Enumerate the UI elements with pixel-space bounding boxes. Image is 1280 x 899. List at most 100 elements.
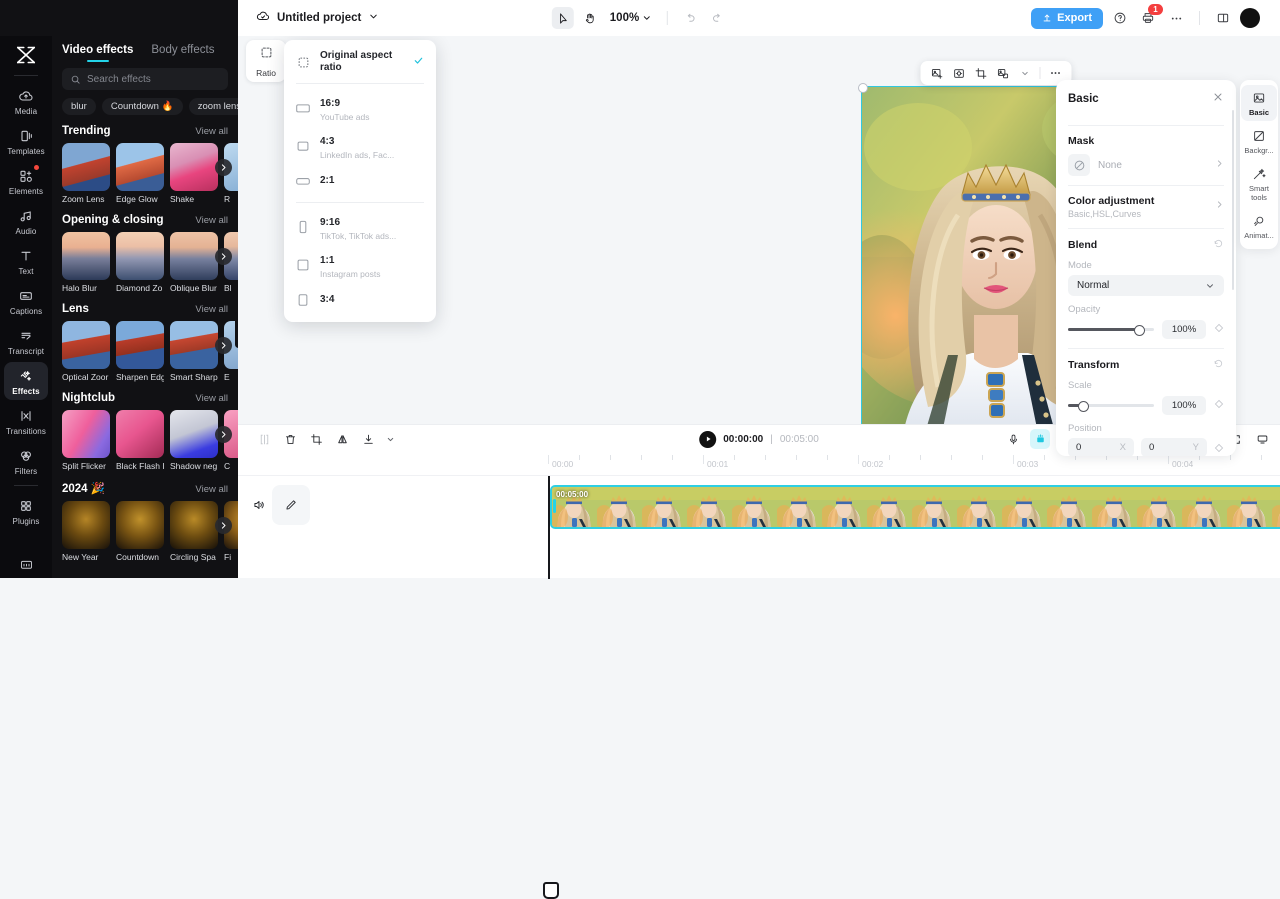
- speaker-icon[interactable]: [250, 496, 268, 514]
- sidebar-item-elements[interactable]: Elements: [4, 162, 48, 200]
- ratio-tab-button[interactable]: Ratio: [246, 40, 286, 82]
- sidebar-item-plugins[interactable]: Plugins: [4, 492, 48, 530]
- sidebar-item-transcript[interactable]: Transcript: [4, 322, 48, 360]
- effect-card[interactable]: Countdown: [116, 501, 164, 562]
- right-rail-item-smart-tools[interactable]: Smart tools: [1241, 161, 1277, 206]
- sidebar-item-media[interactable]: Media: [4, 82, 48, 120]
- scroll-right-button[interactable]: [215, 426, 232, 443]
- help-circle-icon[interactable]: [1109, 7, 1131, 29]
- tab-video-effects[interactable]: Video effects: [62, 44, 133, 62]
- effect-card[interactable]: Optical Zoor: [62, 321, 110, 382]
- right-rail-item-background[interactable]: Backgr...: [1241, 123, 1277, 159]
- edit-pencil-icon[interactable]: [272, 485, 310, 525]
- resize-handle-top-left[interactable]: [858, 83, 868, 93]
- properties-scrollbar[interactable]: [1231, 110, 1234, 290]
- ratio-option-16-9[interactable]: 16:9 YouTube ads: [284, 89, 436, 127]
- opacity-value[interactable]: 100%: [1162, 320, 1206, 339]
- effect-card[interactable]: Diamond Zo: [116, 232, 164, 293]
- effect-card[interactable]: Circling Spa: [170, 501, 218, 562]
- select-tool-button[interactable]: [551, 7, 574, 29]
- export-button[interactable]: Export: [1031, 7, 1103, 29]
- project-chip[interactable]: Untitled project: [256, 9, 379, 28]
- avatar[interactable]: [1240, 8, 1260, 28]
- chip-countdown[interactable]: Countdown 🔥: [101, 98, 183, 115]
- capcut-logo-icon[interactable]: [11, 42, 41, 68]
- view-all-link[interactable]: View all: [195, 126, 228, 137]
- panel-layout-icon[interactable]: [1212, 7, 1234, 29]
- panel-resize-handle[interactable]: [235, 312, 238, 348]
- sidebar-item-effects[interactable]: Effects: [4, 362, 48, 400]
- ratio-option-1-1[interactable]: 1:1 Instagram posts: [284, 246, 436, 284]
- scroll-right-button[interactable]: [215, 159, 232, 176]
- position-y-field[interactable]: 0 Y: [1141, 438, 1207, 456]
- ratio-option-original[interactable]: Original aspect ratio: [284, 46, 436, 78]
- scroll-right-button[interactable]: [215, 337, 232, 354]
- opacity-slider[interactable]: [1068, 325, 1154, 336]
- scale-value[interactable]: 100%: [1162, 396, 1206, 415]
- auto-captions-icon[interactable]: [1030, 429, 1050, 449]
- blend-mode-select[interactable]: Normal: [1068, 275, 1224, 296]
- effect-card[interactable]: Black Flash I: [116, 410, 164, 471]
- position-x-field[interactable]: 0 X: [1068, 438, 1134, 456]
- ratio-option-4-3[interactable]: 4:3 LinkedIn ads, Fac...: [284, 127, 436, 165]
- playhead-handle[interactable]: [542, 881, 559, 899]
- right-rail-item-animation[interactable]: Animat...: [1241, 208, 1277, 244]
- redo-button[interactable]: [706, 7, 728, 29]
- effect-card[interactable]: Sharpen Edg: [116, 321, 164, 382]
- zoom-level-select[interactable]: 100%: [606, 10, 656, 26]
- preview-mode-icon[interactable]: [1252, 429, 1272, 449]
- color-adjustment-row[interactable]: Color adjustment Basic,HSL,Curves: [1068, 195, 1224, 219]
- effect-card[interactable]: Split Flicker: [62, 410, 110, 471]
- more-horizontal-icon[interactable]: [1165, 7, 1187, 29]
- delete-trash-icon[interactable]: [280, 429, 300, 449]
- view-all-link[interactable]: View all: [195, 215, 228, 226]
- sidebar-item-captions[interactable]: Captions: [4, 282, 48, 320]
- video-clip[interactable]: 00:05:00: [550, 485, 1280, 529]
- auto-frame-icon[interactable]: [949, 63, 969, 83]
- reset-icon[interactable]: [1213, 358, 1224, 372]
- scroll-right-button[interactable]: [215, 248, 232, 265]
- effect-card[interactable]: New Year: [62, 501, 110, 562]
- effect-card[interactable]: Halo Blur: [62, 232, 110, 293]
- play-button[interactable]: [699, 430, 717, 448]
- crop-icon[interactable]: [971, 63, 991, 83]
- keyframe-diamond-icon[interactable]: [1214, 399, 1224, 412]
- view-all-link[interactable]: View all: [195, 304, 228, 315]
- add-image-icon[interactable]: [927, 63, 947, 83]
- tab-body-effects[interactable]: Body effects: [151, 44, 214, 62]
- effect-card[interactable]: Shake: [170, 143, 218, 204]
- sidebar-item-audio[interactable]: Audio: [4, 202, 48, 240]
- clip-trim-handle-left[interactable]: [553, 499, 556, 513]
- reset-icon[interactable]: [1213, 238, 1224, 252]
- chip-zoom-lens[interactable]: zoom lens: [188, 98, 238, 115]
- mirror-flip-icon[interactable]: [332, 429, 352, 449]
- effect-card[interactable]: Shadow neg: [170, 410, 218, 471]
- undo-button[interactable]: [679, 7, 701, 29]
- effect-card[interactable]: Edge Glow: [116, 143, 164, 204]
- sidebar-item-text[interactable]: Text: [4, 242, 48, 280]
- scroll-right-button[interactable]: [215, 517, 232, 534]
- split-icon[interactable]: [254, 429, 274, 449]
- search-input[interactable]: Search effects: [62, 68, 228, 90]
- remove-background-icon[interactable]: [993, 63, 1013, 83]
- notifications-button[interactable]: 1: [1137, 4, 1163, 29]
- chip-blur[interactable]: blur: [62, 98, 96, 115]
- effects-scroll-area[interactable]: Trending View all Zoom Lens Edge Glow Sh…: [52, 115, 238, 578]
- mask-row[interactable]: None: [1068, 154, 1224, 176]
- effect-card[interactable]: Zoom Lens: [62, 143, 110, 204]
- slider-knob[interactable]: [1134, 325, 1146, 336]
- keyframe-diamond-icon[interactable]: [1214, 323, 1224, 336]
- chevron-down-icon[interactable]: [368, 9, 379, 27]
- view-all-link[interactable]: View all: [195, 393, 228, 404]
- sidebar-item-filters[interactable]: Filters: [4, 442, 48, 480]
- chevron-down-icon[interactable]: [384, 429, 396, 449]
- microphone-icon[interactable]: [1003, 429, 1023, 449]
- chevron-down-icon[interactable]: [1015, 63, 1035, 83]
- scale-slider[interactable]: [1068, 401, 1154, 412]
- slider-knob[interactable]: [1078, 401, 1090, 412]
- keyframe-diamond-icon[interactable]: [1214, 438, 1224, 456]
- ratio-option-2-1[interactable]: 2:1: [284, 165, 436, 197]
- right-rail-item-basic[interactable]: Basic: [1241, 85, 1277, 121]
- sidebar-item-transitions[interactable]: Transitions: [4, 402, 48, 440]
- keyboard-shortcuts-icon[interactable]: [0, 557, 52, 572]
